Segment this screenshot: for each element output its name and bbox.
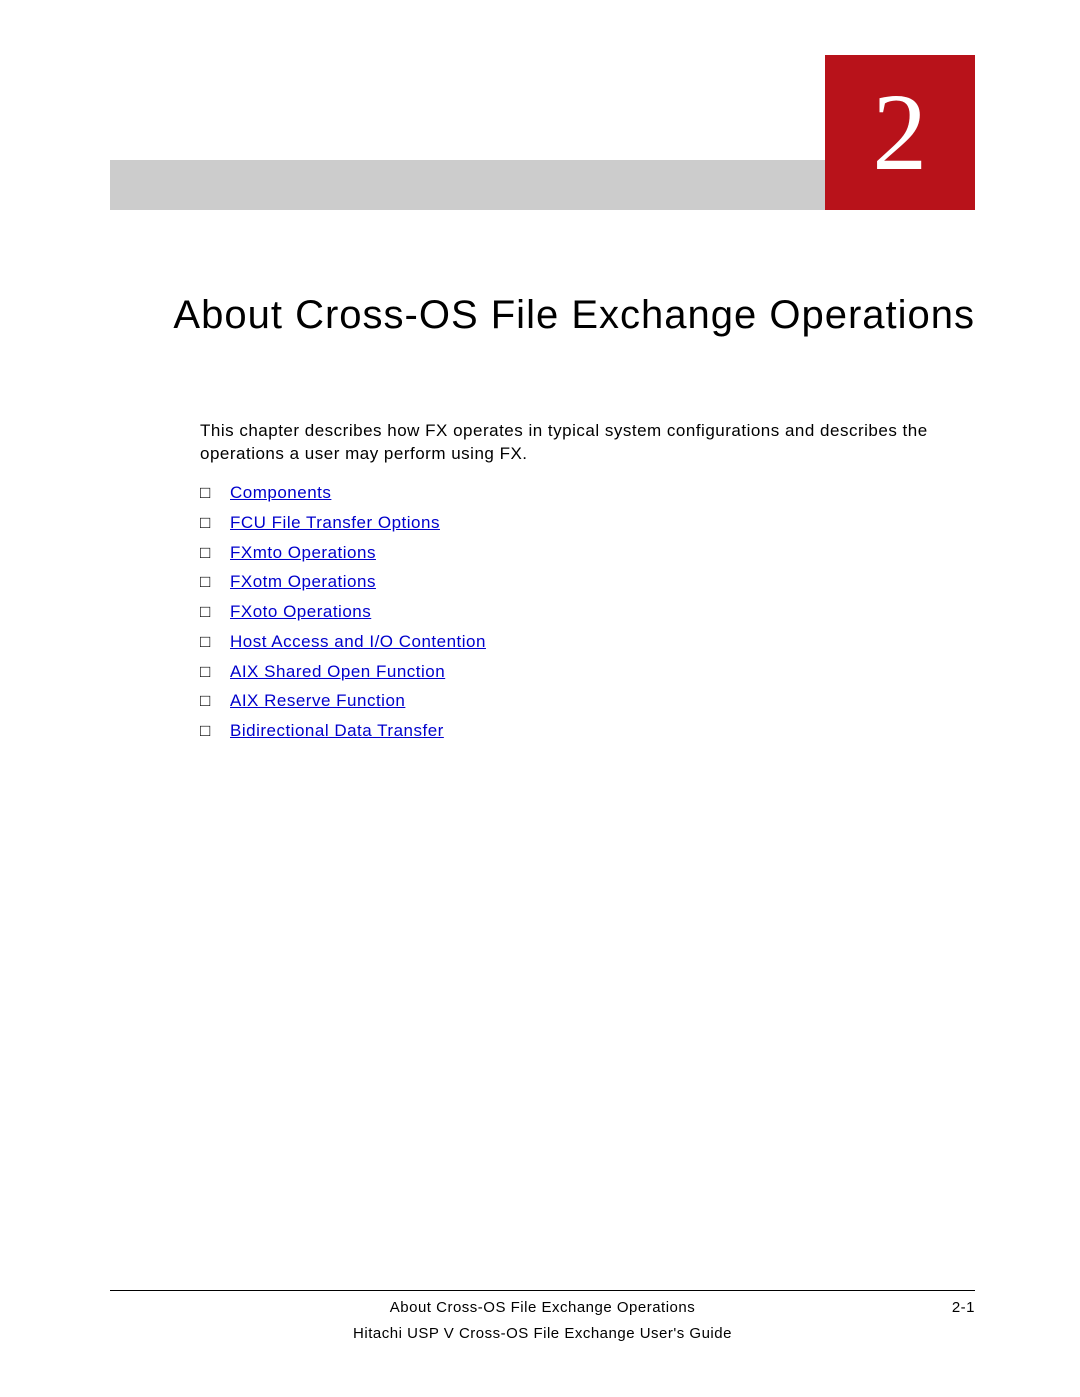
footer-book-title: Hitachi USP V Cross-OS File Exchange Use… xyxy=(110,1325,975,1342)
toc-item: □ FXoto Operations xyxy=(200,597,975,627)
square-bullet-icon: □ xyxy=(200,627,230,657)
toc-item: □ AIX Reserve Function xyxy=(200,686,975,716)
chapter-number-box: 2 xyxy=(825,55,975,210)
toc-item: □ Bidirectional Data Transfer xyxy=(200,716,975,746)
page-footer: About Cross-OS File Exchange Operations … xyxy=(110,1290,975,1342)
toc-item: □ Host Access and I/O Contention xyxy=(200,627,975,657)
toc-link-aix-reserve[interactable]: AIX Reserve Function xyxy=(230,686,405,716)
toc-item: □ Components xyxy=(200,478,975,508)
square-bullet-icon: □ xyxy=(200,567,230,597)
square-bullet-icon: □ xyxy=(200,538,230,568)
toc-link-fcu-file-transfer[interactable]: FCU File Transfer Options xyxy=(230,508,440,538)
square-bullet-icon: □ xyxy=(200,716,230,746)
toc-item: □ FCU File Transfer Options xyxy=(200,508,975,538)
toc-item: □ FXotm Operations xyxy=(200,567,975,597)
square-bullet-icon: □ xyxy=(200,478,230,508)
chapter-title: About Cross-OS File Exchange Operations xyxy=(110,290,975,340)
footer-section-title: About Cross-OS File Exchange Operations xyxy=(390,1299,695,1316)
toc-link-fxoto[interactable]: FXoto Operations xyxy=(230,597,371,627)
footer-page-number: 2-1 xyxy=(952,1299,975,1316)
toc-link-components[interactable]: Components xyxy=(230,478,331,508)
toc-link-bidirectional[interactable]: Bidirectional Data Transfer xyxy=(230,716,444,746)
toc-item: □ FXmto Operations xyxy=(200,538,975,568)
toc-link-host-access[interactable]: Host Access and I/O Contention xyxy=(230,627,486,657)
square-bullet-icon: □ xyxy=(200,597,230,627)
toc-link-fxmto[interactable]: FXmto Operations xyxy=(230,538,376,568)
square-bullet-icon: □ xyxy=(200,508,230,538)
square-bullet-icon: □ xyxy=(200,657,230,687)
footer-divider xyxy=(110,1290,975,1291)
toc-item: □ AIX Shared Open Function xyxy=(200,657,975,687)
toc-link-aix-shared-open[interactable]: AIX Shared Open Function xyxy=(230,657,445,687)
square-bullet-icon: □ xyxy=(200,686,230,716)
toc-link-fxotm[interactable]: FXotm Operations xyxy=(230,567,376,597)
intro-paragraph: This chapter describes how FX operates i… xyxy=(200,420,975,466)
toc-list: □ Components □ FCU File Transfer Options… xyxy=(200,478,975,746)
